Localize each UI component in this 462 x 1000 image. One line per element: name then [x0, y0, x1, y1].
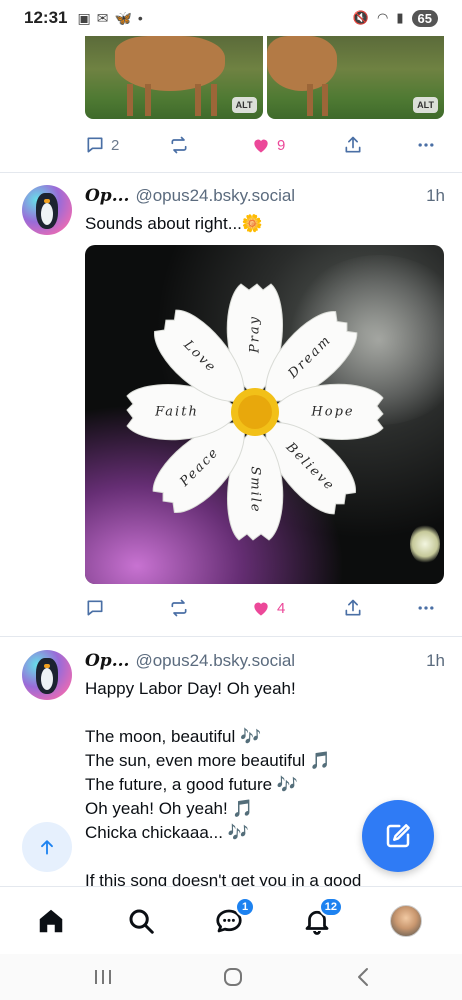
profile-avatar	[390, 905, 422, 937]
flower-word: Faith	[154, 405, 199, 420]
deer-shape	[266, 36, 337, 91]
flower-word: Hope	[310, 405, 354, 420]
reply-icon	[87, 137, 103, 153]
scroll-to-top-button[interactable]	[22, 822, 72, 872]
compose-icon	[386, 824, 410, 848]
alt-badge[interactable]: ALT	[413, 97, 438, 113]
nav-notifications[interactable]: 12	[299, 897, 343, 939]
battery-indicator: 65	[411, 9, 438, 27]
compose-button[interactable]	[362, 800, 434, 872]
recents-button[interactable]	[88, 962, 118, 992]
like-count: 4	[277, 599, 286, 617]
home-circle-icon	[224, 968, 242, 986]
back-icon	[358, 968, 368, 986]
nav-home[interactable]	[33, 903, 69, 939]
back-button[interactable]	[348, 962, 378, 992]
more-button[interactable]	[415, 598, 437, 618]
post-image[interactable]: ALT	[266, 36, 444, 119]
status-bar: 12:31 ▣ ✉ 🦋 • 🔇 ◠ ▮ 65	[0, 0, 462, 36]
flower-illustration: Pray DreamHopeBelieveSmilePeaceFaithLove	[126, 283, 384, 541]
post-time: 1h	[426, 651, 445, 670]
mute-icon: 🔇	[352, 10, 370, 25]
arrow-up-icon	[41, 840, 53, 855]
bottom-nav: 1 12	[0, 886, 462, 954]
post-header: Op... @opus24.bsky.social 1h	[85, 651, 445, 671]
share-button[interactable]	[343, 135, 363, 155]
status-time: 12:31	[24, 8, 68, 27]
alt-badge[interactable]: ALT	[231, 97, 257, 113]
avatar[interactable]	[22, 650, 72, 700]
reply-button[interactable]	[85, 598, 105, 618]
repost-icon	[171, 599, 187, 617]
wifi-icon: ◠	[377, 10, 389, 25]
search-icon	[129, 909, 154, 934]
screenshot-icon: ▣	[77, 9, 91, 26]
more-icon	[418, 606, 434, 610]
share-icon	[345, 136, 361, 153]
repost-button[interactable]	[169, 598, 189, 618]
like-count: 9	[277, 136, 286, 154]
post1-actions: 4	[85, 593, 445, 623]
butterfly-icon: 🦋	[114, 9, 132, 26]
flower-word: Pray	[248, 315, 263, 354]
heart-filled-icon	[254, 602, 268, 616]
display-name[interactable]: Op...	[85, 651, 129, 671]
recents-icon	[95, 970, 111, 984]
reply-button[interactable]: 2	[85, 135, 119, 155]
repost-icon	[171, 136, 187, 154]
post-image[interactable]: Pray Dream Hope Believe Smile Peace Faith Love	[85, 245, 444, 584]
like-button[interactable]: 4	[251, 598, 285, 618]
avatar[interactable]	[22, 185, 72, 235]
post-divider	[0, 172, 462, 173]
system-nav	[0, 954, 462, 1000]
display-name[interactable]: Op...	[85, 186, 129, 206]
post-header: Op... @opus24.bsky.social 1h	[85, 186, 445, 206]
home-system-button[interactable]	[218, 962, 248, 992]
prev-post-actions: 2 9	[85, 130, 445, 160]
nav-search[interactable]	[123, 903, 159, 939]
prev-post-images: ALT ALT	[85, 36, 444, 119]
deer-shape	[115, 36, 225, 91]
reply-icon	[87, 600, 103, 616]
nav-profile[interactable]	[388, 903, 424, 939]
handle[interactable]: @opus24.bsky.social	[135, 186, 295, 206]
post-time: 1h	[426, 186, 445, 205]
share-button[interactable]	[343, 598, 363, 618]
heart-filled-icon	[254, 139, 268, 153]
home-icon	[39, 909, 63, 933]
handle[interactable]: @opus24.bsky.social	[135, 651, 295, 671]
nav-messages[interactable]: 1	[211, 897, 255, 939]
notifications-badge: 12	[318, 897, 343, 917]
reply-count: 2	[111, 136, 120, 154]
more-button[interactable]	[415, 135, 437, 155]
share-icon	[345, 599, 361, 616]
more-icon	[418, 143, 434, 147]
signal-icon: ▮	[396, 10, 404, 25]
post-image[interactable]: ALT	[85, 36, 263, 119]
dot-icon: •	[137, 10, 143, 26]
post-divider	[0, 636, 462, 637]
messages-badge: 1	[235, 897, 255, 917]
like-button[interactable]: 9	[251, 135, 285, 155]
repost-button[interactable]	[169, 135, 189, 155]
flower-word: Smile	[248, 466, 263, 513]
post-text: Sounds about right...🌼	[85, 214, 264, 233]
gmail-icon: ✉	[96, 9, 109, 26]
